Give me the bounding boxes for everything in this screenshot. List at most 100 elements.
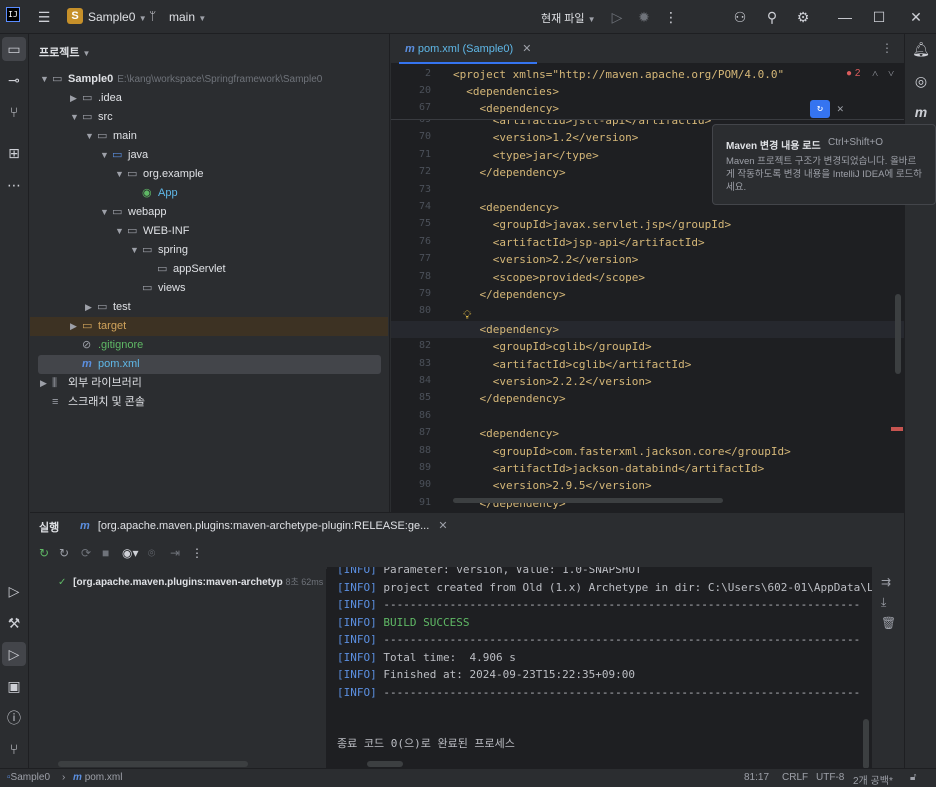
trash-icon[interactable]: 🗑︎ [881,616,896,630]
git-icon[interactable]: ⑂ [2,737,26,761]
build-icon[interactable]: ⚒ [2,611,26,635]
services-icon[interactable]: ▷ [2,579,26,603]
indent-setting[interactable]: 2개 공백* [853,772,893,787]
stop-icon[interactable]: ■ [102,546,109,560]
tree-item[interactable]: ▼ ▭ main [85,127,137,146]
vertical-scrollbar[interactable] [895,294,901,374]
tree-item[interactable]: ▭ views [130,279,186,298]
horizontal-scrollbar[interactable] [453,498,723,503]
tree-item[interactable]: ▶ ▭ test [70,298,131,317]
tree-item[interactable]: ▼ ▭ src [70,108,113,127]
soft-wrap-icon[interactable]: ⇉ [881,575,891,589]
tree-item[interactable]: ⊘ .gitignore [70,336,143,355]
tree-item[interactable]: m pom.xml [38,355,381,374]
project-badge[interactable]: S [67,8,83,24]
maximize-icon[interactable]: ☐ [868,6,890,28]
lock-icon[interactable]: 🔓︎ [910,772,916,783]
line-number: 79 [418,288,431,299]
line-number: 67 [418,102,431,113]
tree-item[interactable]: ▼ ▭ webapp [100,203,167,222]
line-number: 83 [418,357,431,369]
add-user-icon[interactable]: ⚇ [729,6,751,28]
tree-root[interactable]: ▼ ▭ Sample0 E:\kang\workspace\Springframewo… [40,70,322,89]
run-icon[interactable]: ▷ [606,6,628,28]
folder-icon: ▭ [82,111,93,123]
chevron-down-icon[interactable]: ˅ [888,67,894,80]
lightbulb-icon[interactable]: 💡︎ [463,308,471,323]
toggle-icon[interactable]: ⟳ [81,546,91,560]
chevron-down-icon: ▼ [138,14,147,23]
tree-item[interactable]: ▶ ▭ .idea [70,89,122,108]
more-icon[interactable]: ⋮ [191,546,203,560]
tree-item[interactable]: ▭ appServlet [145,260,226,279]
tree-item[interactable]: ▼ ▭ java [100,146,148,165]
file-encoding[interactable]: UTF-8 [816,772,844,783]
close-icon[interactable]: ✕ [522,43,531,55]
export-icon[interactable]: ⇥ [170,546,180,560]
eye-icon[interactable]: ◉▾ [122,546,139,560]
chevron-down-icon: ▼ [100,207,109,217]
tree-item[interactable]: ▶ ▭ target [30,317,388,336]
log-level: [INFO] [337,615,377,629]
commit-icon[interactable]: ⊸ [2,68,26,92]
run-icon[interactable]: ▷ [2,642,26,666]
camera-icon[interactable]: ⌾ [148,546,155,561]
horizontal-scrollbar[interactable] [367,761,403,767]
hamburger-icon[interactable]: ☰ [33,6,55,28]
editor-tab-bar: m pom.xml (Sample0) ✕ ⋮ [391,34,904,64]
run-config-selector[interactable]: 현재 파일 ▼ [541,10,596,26]
close-icon[interactable]: ✕ [438,520,447,532]
breadcrumb-project[interactable]: ▫Sample0 [7,772,50,783]
close-icon[interactable]: ✕ [837,102,844,115]
rerun-icon[interactable]: ↻ [39,546,49,560]
error-indicator[interactable]: ● 2 [846,68,860,79]
pull-request-icon[interactable]: ⑂ [2,100,26,124]
run-panel-header: 실행 m [org.apache.maven.plugins:maven-arc… [30,513,904,539]
caret-position[interactable]: 81:17 [744,772,769,783]
line-separator[interactable]: CRLF [782,772,808,783]
horizontal-scrollbar[interactable] [58,761,248,767]
breadcrumb-file[interactable]: m pom.xml [73,772,122,783]
structure-icon[interactable]: ⊞ [2,141,26,165]
tree-item[interactable]: ◉ App [142,184,178,203]
maven-reload-icon[interactable]: ↻ [810,100,830,118]
chevron-down-icon: ▼ [587,15,596,24]
tree-item[interactable]: ≡ 스크래치 및 콘솔 [40,393,145,412]
run-tab[interactable]: m [org.apache.maven.plugins:maven-archet… [80,519,448,532]
debug-icon[interactable]: ✹ [633,6,655,28]
project-selector[interactable]: Sample0 ▼ [88,10,147,24]
rerun-failed-icon[interactable]: ↻ [59,546,69,560]
run-tree-item[interactable]: ✓ [org.apache.maven.plugins:maven-archet… [58,575,323,588]
branch-name: main [169,10,196,24]
chevron-up-icon[interactable]: ˄ [872,67,878,80]
tree-item[interactable]: ▼ ▭ org.example [115,165,204,184]
minimize-icon[interactable]: — [834,6,856,28]
bell-icon[interactable]: 🔔︎ [909,37,933,61]
more-icon[interactable]: ⋮ [660,6,682,28]
problems-icon[interactable]: ⓘ [2,706,26,730]
ai-assistant-icon[interactable]: ◎ [909,69,933,93]
branch-selector[interactable]: main ▼ [169,10,206,24]
folder-icon[interactable]: ▭ [2,37,26,61]
run-panel-title: 실행 [39,522,60,534]
vertical-scrollbar[interactable] [863,719,869,769]
project-panel-header[interactable]: 프로젝트 ▼ [39,44,90,60]
terminal-icon[interactable]: ▣ [2,674,26,698]
maven-icon[interactable]: m [909,100,933,124]
tab-pom-xml[interactable]: m pom.xml (Sample0) ✕ [399,34,538,64]
console-line: [INFO] ---------------------------------… [337,686,860,699]
chevron-down-icon: ▼ [40,74,49,84]
folder-icon: ▭ [157,263,168,275]
tree-item[interactable]: ▼ ▭ WEB-INF [115,222,189,241]
search-icon[interactable]: ⚲ [761,6,783,28]
error-stripe-marker[interactable] [891,427,903,431]
scroll-to-end-icon[interactable]: ⤓ [881,595,886,610]
more-icon[interactable]: ⋮ [881,41,893,55]
more-icon[interactable]: ⋯ [2,173,26,197]
tree-item[interactable]: ▼ ▭ spring [130,241,188,260]
tree-item[interactable]: ▶ ⫼ 외부 라이브러리 [40,374,142,393]
console-line: [INFO] BUILD SUCCESS [337,616,469,629]
console-output[interactable]: [INFO] Parameter: version, Value: 1.0-SN… [327,567,872,769]
close-icon[interactable]: ✕ [905,6,927,28]
gear-icon[interactable]: ⚙ [792,6,814,28]
